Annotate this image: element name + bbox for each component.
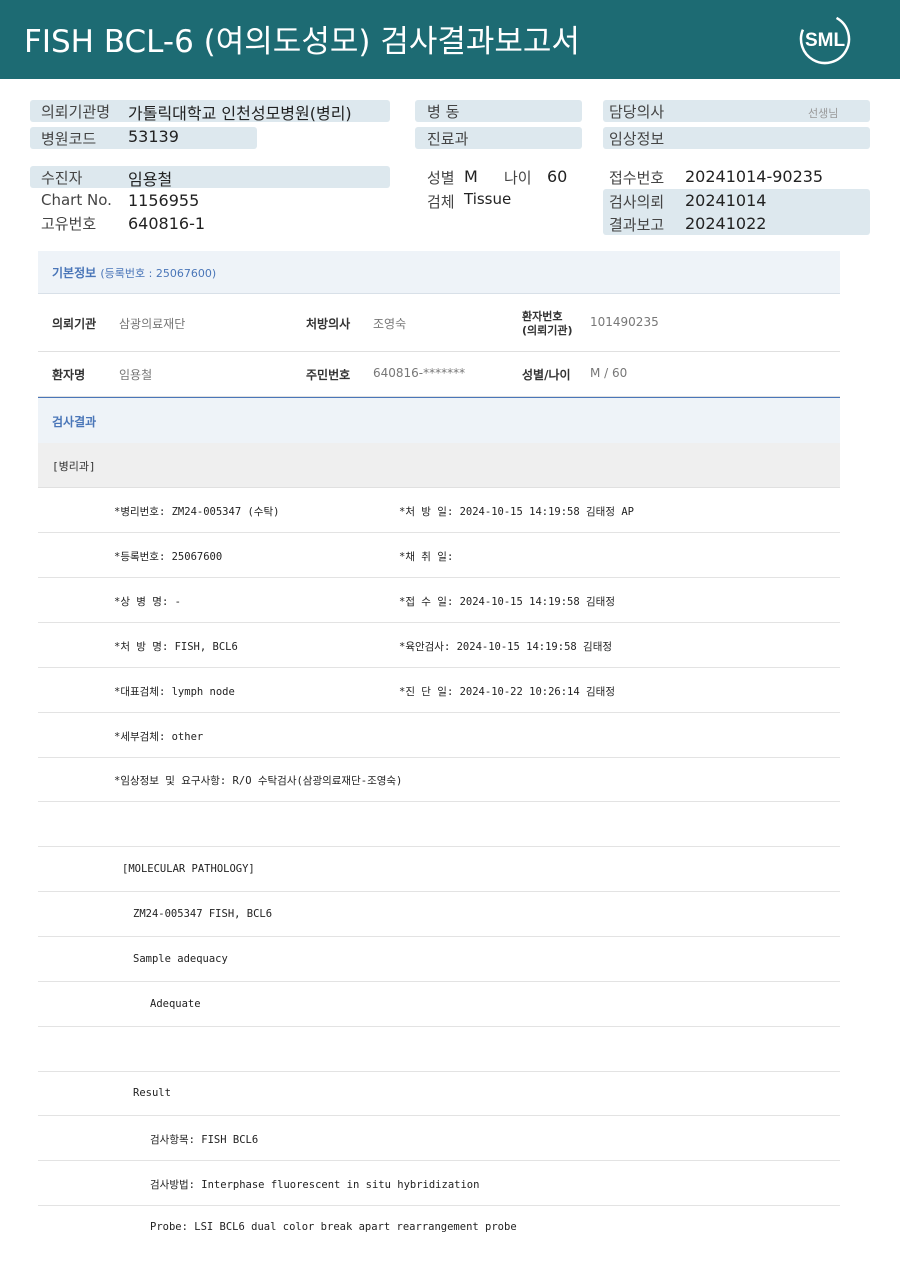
result-meta-left: *세부검체: other [114, 731, 204, 743]
report-header: FISH BCL-6 (여의도성모) 검사결과보고서 SML [0, 0, 900, 79]
org-key: 의뢰기관 [52, 317, 97, 331]
ward-label: 병 동 [427, 103, 460, 121]
age-label: 나이 [504, 169, 532, 187]
basic-info-title: 기본정보 [52, 266, 97, 280]
patient-label: 수진자 [41, 169, 83, 187]
result-meta-right: *접 수 일: 2024-10-15 14:19:58 김태정 [399, 596, 615, 608]
result-meta-left: *등록번호: 25067600 [114, 551, 223, 563]
result-meta-left: *임상정보 및 요구사항: R/O 수탁검사(삼광의료재단-조영숙) [114, 775, 403, 787]
pid-val: 101490235 [590, 315, 659, 329]
report-value: 20241022 [685, 214, 767, 233]
result-meta-right: *채 취 일: [399, 551, 454, 563]
dept-label: 진료과 [427, 130, 469, 148]
report-line-text: 검사방법: Interphase fluorescent in situ hyb… [150, 1179, 480, 1191]
sml-logo-icon: SML [799, 13, 851, 65]
result-meta-row: *등록번호: 25067600 *채 취 일: [38, 533, 840, 578]
results-title: 검사결과 [52, 415, 97, 429]
sex-value: M [464, 167, 478, 186]
report-line-text: Sample adequacy [133, 953, 228, 965]
result-meta-left: *상 병 명: - [114, 596, 181, 608]
sex-label: 성별 [427, 169, 455, 187]
result-meta-right: *진 단 일: 2024-10-22 10:26:14 김태정 [399, 686, 615, 698]
result-meta-row: *임상정보 및 요구사항: R/O 수탁검사(삼광의료재단-조영숙) [38, 757, 840, 802]
report-line: 검사항목: FISH BCL6 [38, 1116, 840, 1161]
clinical-info-label: 임상정보 [609, 130, 665, 148]
result-meta-row: *상 병 명: - *접 수 일: 2024-10-15 14:19:58 김태… [38, 578, 840, 623]
result-meta-right: *육안검사: 2024-10-15 14:19:58 김태정 [399, 641, 613, 653]
result-meta-right: *처 방 일: 2024-10-15 14:19:58 김태정 AP [399, 506, 634, 518]
report-line-text: Result [133, 1087, 171, 1099]
receipt-label: 접수번호 [609, 169, 665, 187]
result-meta-left: *처 방 명: FISH, BCL6 [114, 641, 238, 653]
report-line: 검사방법: Interphase fluorescent in situ hyb… [38, 1161, 840, 1206]
basic-info-reg-note: (등록번호 : 25067600) [100, 267, 217, 280]
report-line-text: [MOLECULAR PATHOLOGY] [122, 863, 255, 875]
sexage-key: 성별/나이 [522, 368, 571, 382]
rrn-val: 640816-******* [373, 366, 466, 380]
doctor-suffix: 선생님 [808, 107, 839, 120]
presc-val: 조영숙 [373, 317, 407, 331]
unique-value: 640816-1 [128, 214, 206, 233]
name-val: 임용철 [119, 368, 153, 382]
patient-value: 임용철 [128, 170, 173, 189]
pid-key-2: (의뢰기관) [522, 324, 573, 337]
specimen-label: 검체 [427, 193, 455, 211]
report-line: Probe: LSI BCL6 dual color break apart r… [38, 1205, 840, 1250]
result-meta-row: *처 방 명: FISH, BCL6 *육안검사: 2024-10-15 14:… [38, 623, 840, 668]
report-line-text: Probe: LSI BCL6 dual color break apart r… [150, 1221, 517, 1233]
receipt-value: 20241014-90235 [685, 167, 824, 186]
rrn-key: 주민번호 [306, 368, 351, 382]
report-title: FISH BCL-6 (여의도성모) 검사결과보고서 [24, 24, 580, 60]
chart-label: Chart No. [41, 191, 112, 209]
request-value: 20241014 [685, 191, 767, 210]
report-label: 결과보고 [609, 216, 665, 234]
dept-row: [병리과] [38, 443, 840, 488]
report-line-text: ZM24-005347 FISH, BCL6 [133, 908, 273, 920]
hospital-code-label: 병원코드 [41, 130, 97, 148]
result-meta-left: *대표검체: lymph node [114, 686, 235, 698]
age-value: 60 [547, 167, 568, 186]
basic-info-row-2: 환자명 임용철 주민번호 640816-******* 성별/나이 M / 60 [38, 352, 840, 397]
hospital-code-value: 53139 [128, 127, 179, 146]
report-line: [MOLECULAR PATHOLOGY] [38, 847, 840, 892]
report-line: Result [38, 1071, 840, 1116]
report-line-text: 검사항목: FISH BCL6 [150, 1134, 259, 1146]
report-line: Adequate [38, 982, 840, 1027]
chart-value: 1156955 [128, 191, 200, 210]
unique-label: 고유번호 [41, 215, 97, 233]
patient-pill [30, 166, 390, 188]
result-meta-row: *병리번호: ZM24-005347 (수탁) *처 방 일: 2024-10-… [38, 488, 840, 533]
report-line-text: Adequate [150, 998, 201, 1010]
report-line [38, 802, 840, 847]
report-line: ZM24-005347 FISH, BCL6 [38, 892, 840, 937]
report-line [38, 1027, 840, 1072]
report-line: Sample adequacy [38, 937, 840, 982]
basic-info-row-1: 의뢰기관 삼광의료재단 처방의사 조영숙 환자번호 (의뢰기관) 1014902… [38, 294, 840, 352]
result-meta-left: *병리번호: ZM24-005347 (수탁) [114, 506, 280, 518]
specimen-value: Tissue [464, 190, 512, 208]
requesting-org-label: 의뢰기관명 [41, 103, 111, 121]
basic-info-header: 기본정보 (등록번호 : 25067600) [38, 251, 840, 294]
svg-text:SML: SML [805, 30, 846, 51]
name-key: 환자명 [52, 368, 86, 382]
result-meta-row: *대표검체: lymph node *진 단 일: 2024-10-22 10:… [38, 668, 840, 713]
sexage-val: M / 60 [590, 366, 628, 380]
org-val: 삼광의료재단 [119, 317, 186, 331]
doctor-label: 담당의사 [609, 103, 665, 121]
presc-key: 처방의사 [306, 317, 351, 331]
result-meta-row: *세부검체: other [38, 713, 840, 758]
requesting-org-value: 가톨릭대학교 인천성모병원(병리) [128, 104, 352, 123]
results-header: 검사결과 [38, 397, 840, 443]
dept-label-text: [병리과] [52, 460, 96, 473]
request-label: 검사의뢰 [609, 193, 665, 211]
